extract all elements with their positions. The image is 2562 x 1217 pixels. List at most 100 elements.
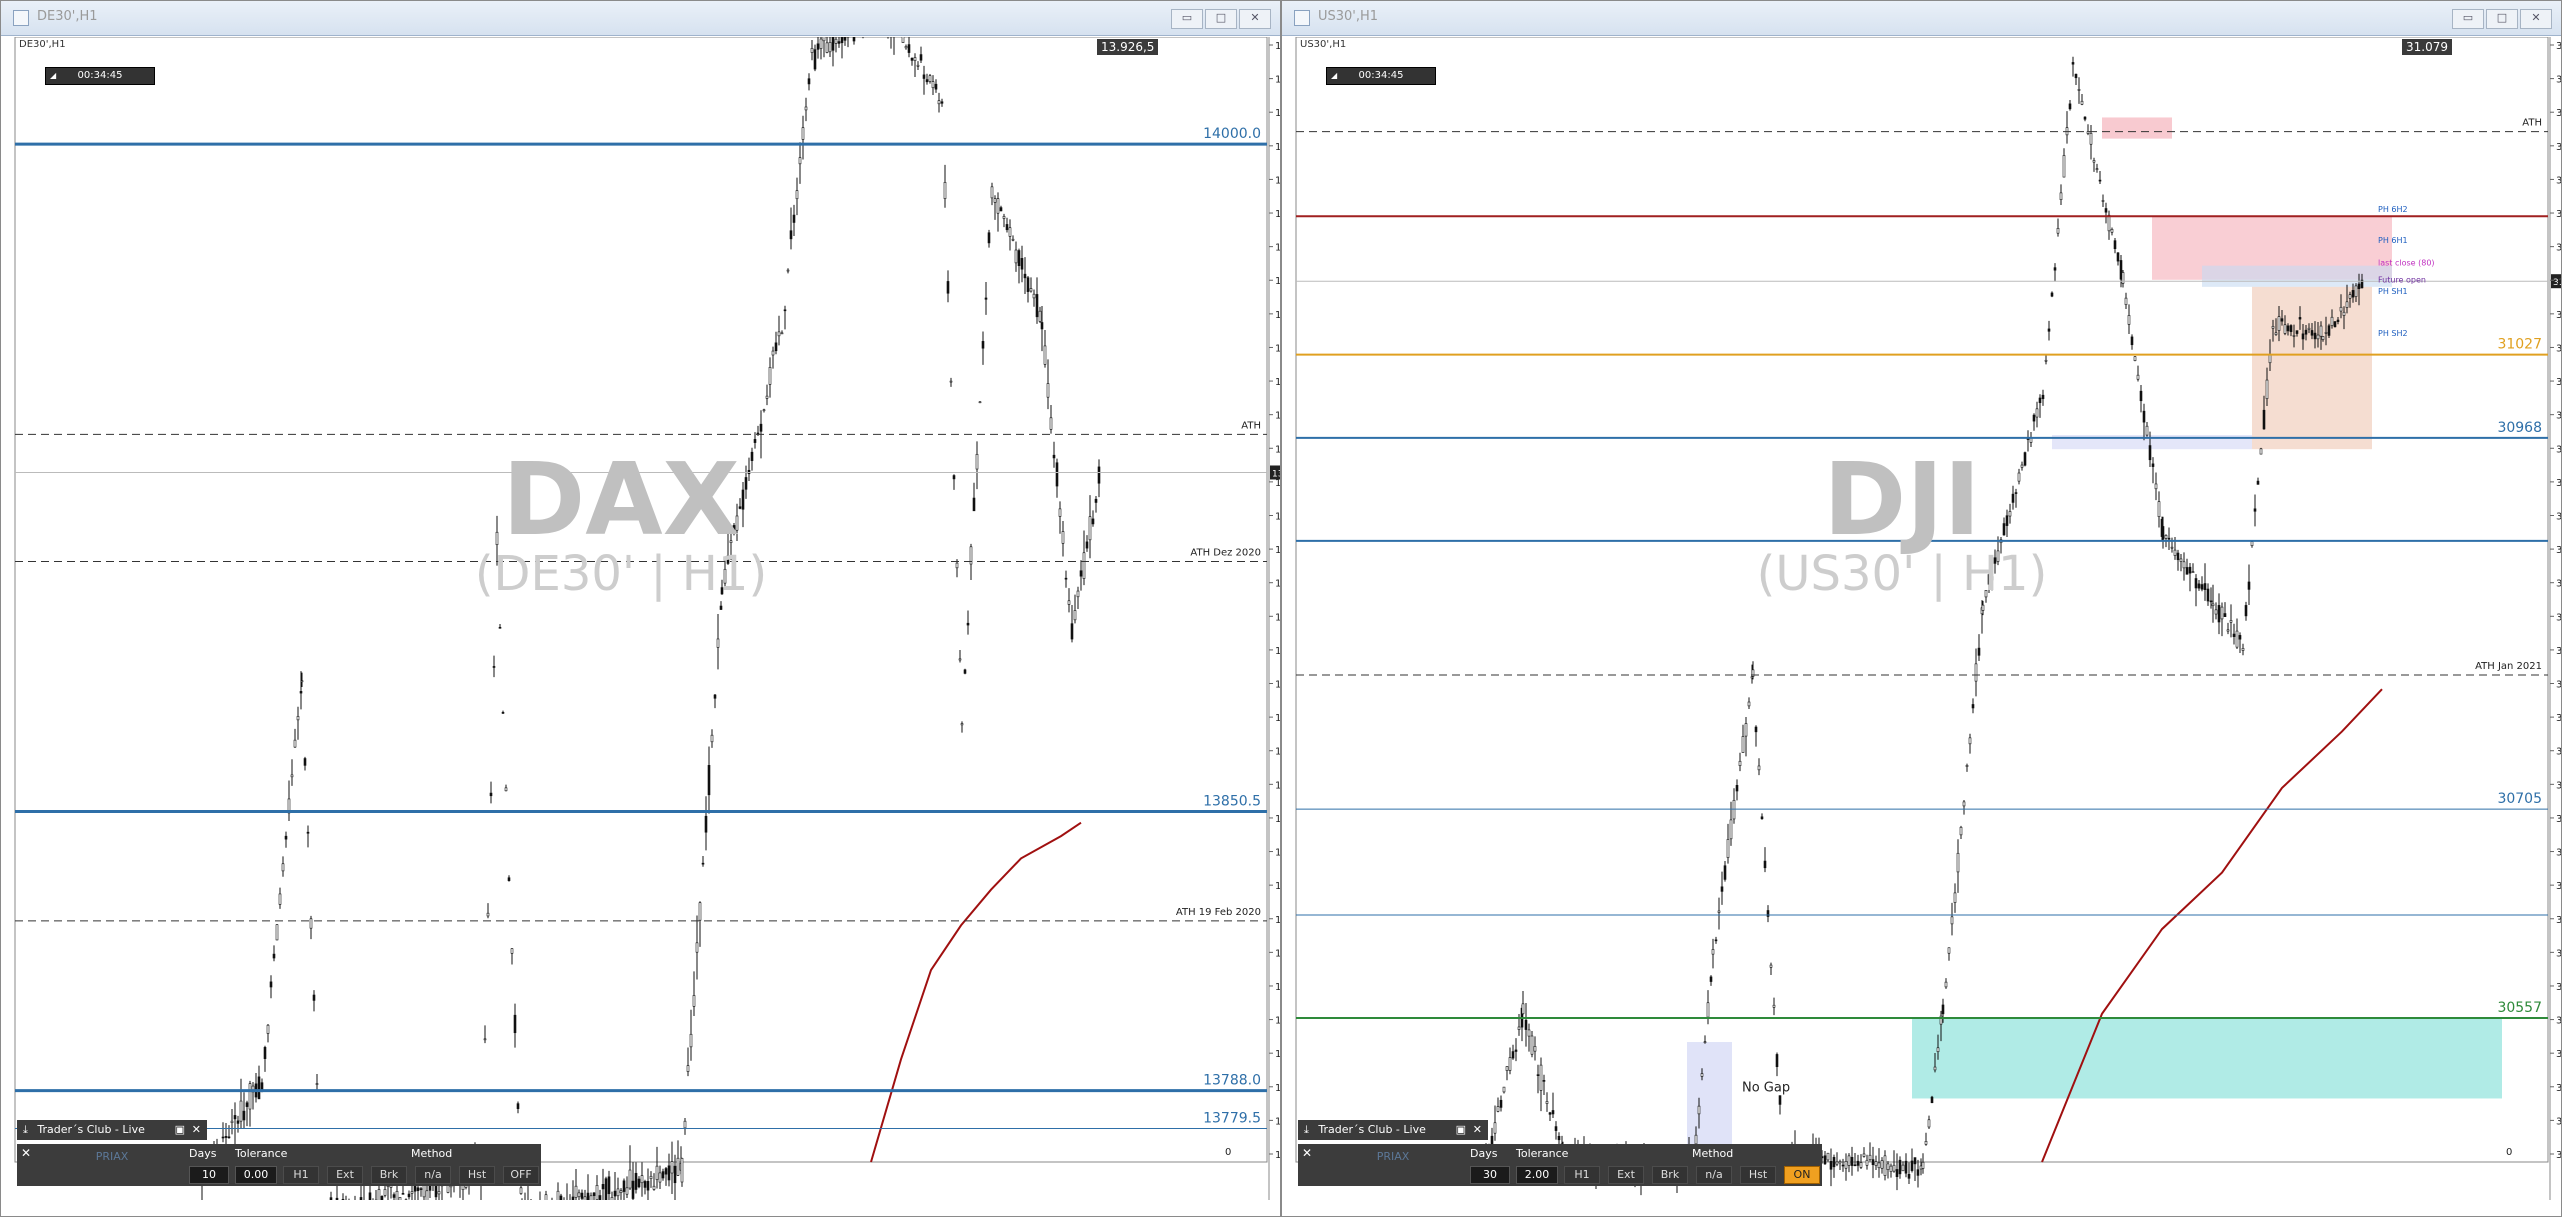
candle-body [284,835,288,840]
candle-body [2238,635,2242,640]
candle-body [2289,325,2293,332]
candle-body [2265,379,2269,399]
y-tick-label: 13850.52 [1275,814,1280,825]
method-hst-button[interactable]: Hst [1740,1166,1776,1184]
method-hst-button[interactable]: Hst [459,1166,495,1184]
candle-body [792,214,796,223]
minimize-button[interactable]: ▭ [2452,9,2484,29]
candle-body [1711,949,1715,955]
minimize-button[interactable]: ▭ [1171,9,1203,29]
method-ext-button[interactable]: Ext [327,1166,363,1184]
candle-body [1029,288,1033,292]
panel-close-x-icon[interactable]: ✕ [21,1146,31,1160]
y-tick-label: 31196.95 [2556,108,2561,119]
candle-body [1832,1157,1836,1168]
candle-body [2316,334,2320,340]
method-na-button[interactable]: n/a [415,1166,451,1184]
window-titlebar[interactable]: US30',H1 ▭ □ ✕ [1282,1,2561,36]
panel-close-icon[interactable]: ✕ [192,1120,201,1140]
candle-body [689,1033,693,1048]
y-tick-label: 30533.85 [2556,1049,2561,1060]
candle-body [2217,605,2221,623]
y-tick-label: 13821.12 [1275,948,1280,959]
y-tick-label: 31244.35 [2556,41,2561,52]
candlestick-chart[interactable]: 14000.0 ATH ATH Dez 2020 13850.5 ATH 19 Feb … [1,37,1280,1200]
chart-window-dax[interactable]: DE30',H1 ▭ □ ✕ 14000.0 ATH ATH Dez 2020 138… [0,0,1281,1217]
candle-body [2247,581,2251,590]
days-input[interactable]: 30 [1470,1166,1510,1184]
candle-body [670,1161,674,1174]
candle-body [1941,1004,1945,1015]
candle-body [771,350,775,356]
candle-body [1772,1004,1776,1008]
method-ext-button[interactable]: Ext [1608,1166,1644,1184]
window-titlebar[interactable]: DE30',H1 ▭ □ ✕ [1,1,1280,36]
candle-body [2107,214,2111,232]
candle-body [1073,610,1077,621]
candle-body [1551,1110,1555,1115]
y-tick-label: 30936.35 [2556,478,2561,489]
candle-body [1052,454,1056,459]
tolerance-label: Tolerance [235,1147,288,1160]
candle-body [2220,606,2224,620]
method-brk-button[interactable]: Brk [1652,1166,1688,1184]
candle-body [1835,1161,1839,1165]
panel-close-x-icon[interactable]: ✕ [1302,1146,1312,1160]
price-chart[interactable]: 14000.0 ATH ATH Dez 2020 13850.5 ATH 19 Feb … [1,37,1280,1200]
panel-maximize-icon[interactable]: ▣ [1456,1120,1466,1140]
candle-body [786,269,790,272]
tolerance-input[interactable]: 0.00 [235,1166,277,1184]
panel-maximize-icon[interactable]: ▣ [175,1120,185,1140]
method-brk-button[interactable]: Brk [371,1166,407,1184]
close-button[interactable]: ✕ [1239,9,1271,29]
zone-label: PH SH1 [2378,287,2408,296]
priax-logo: PRIAX [1376,1150,1410,1163]
method-h1-button[interactable]: H1 [283,1166,319,1184]
candle-body [2127,315,2131,325]
price-level-label: ATH [2522,118,2542,129]
panel-titlebar[interactable]: ⤓ Trader´s Club - Live ▣ ✕ [17,1120,207,1140]
maximize-button[interactable]: □ [2486,9,2518,29]
close-button[interactable]: ✕ [2520,9,2552,29]
candle-body [922,74,926,79]
y-tick-label: 13931.92 [1275,444,1280,455]
y-tick-label: 13998.52 [1275,142,1280,153]
candle-body [1557,1135,1561,1141]
method-na-button[interactable]: n/a [1696,1166,1732,1184]
candle-body [2170,546,2174,549]
y-tick-label: 13946.72 [1275,377,1280,388]
candle-body [934,83,938,90]
candle-body [571,1196,575,1200]
candle-body [960,723,964,726]
candlestick-chart[interactable]: ATH 31027 30968 ATH Jan 2021 30705 30557 31079… [1282,37,2561,1200]
candle-body [293,739,297,748]
candle-body [1530,1035,1534,1055]
candle-body [1521,1003,1525,1015]
candle-body [2047,328,2051,332]
candle-body [519,1187,523,1194]
maximize-button[interactable]: □ [1205,9,1237,29]
toggle-off-button[interactable]: OFF [503,1166,539,1184]
days-input[interactable]: 10 [189,1166,229,1184]
candle-body [762,409,766,412]
y-tick-label: 31102.35 [2556,243,2561,254]
candle-body [1910,1160,1914,1171]
candle-body [1720,886,1724,892]
price-chart[interactable]: ATH 31027 30968 ATH Jan 2021 30705 30557 31079… [1282,37,2561,1200]
panel-titlebar[interactable]: ⤓ Trader´s Club - Live ▣ ✕ [1298,1120,1488,1140]
candle-body [1040,322,1044,330]
candle-body [2124,297,2128,305]
method-h1-button[interactable]: H1 [1564,1166,1600,1184]
panel-close-icon[interactable]: ✕ [1473,1120,1482,1140]
chart-window-dji[interactable]: US30',H1 ▭ □ ✕ ATH 31027 30968 ATH Jan 2021… [1281,0,2562,1217]
tolerance-input[interactable]: 2.00 [1516,1166,1558,1184]
candle-body [2286,325,2290,332]
toggle-on-button[interactable]: ON [1784,1166,1820,1184]
zone-label: PH SH2 [2378,329,2408,338]
current-price-flag: 31.079 [2402,39,2452,55]
y-tick-label: 13880.12 [1275,680,1280,691]
candle-body [807,78,811,85]
candle-body [2133,356,2137,361]
candle-body [1919,1165,1923,1170]
candle-body [1539,1064,1543,1091]
